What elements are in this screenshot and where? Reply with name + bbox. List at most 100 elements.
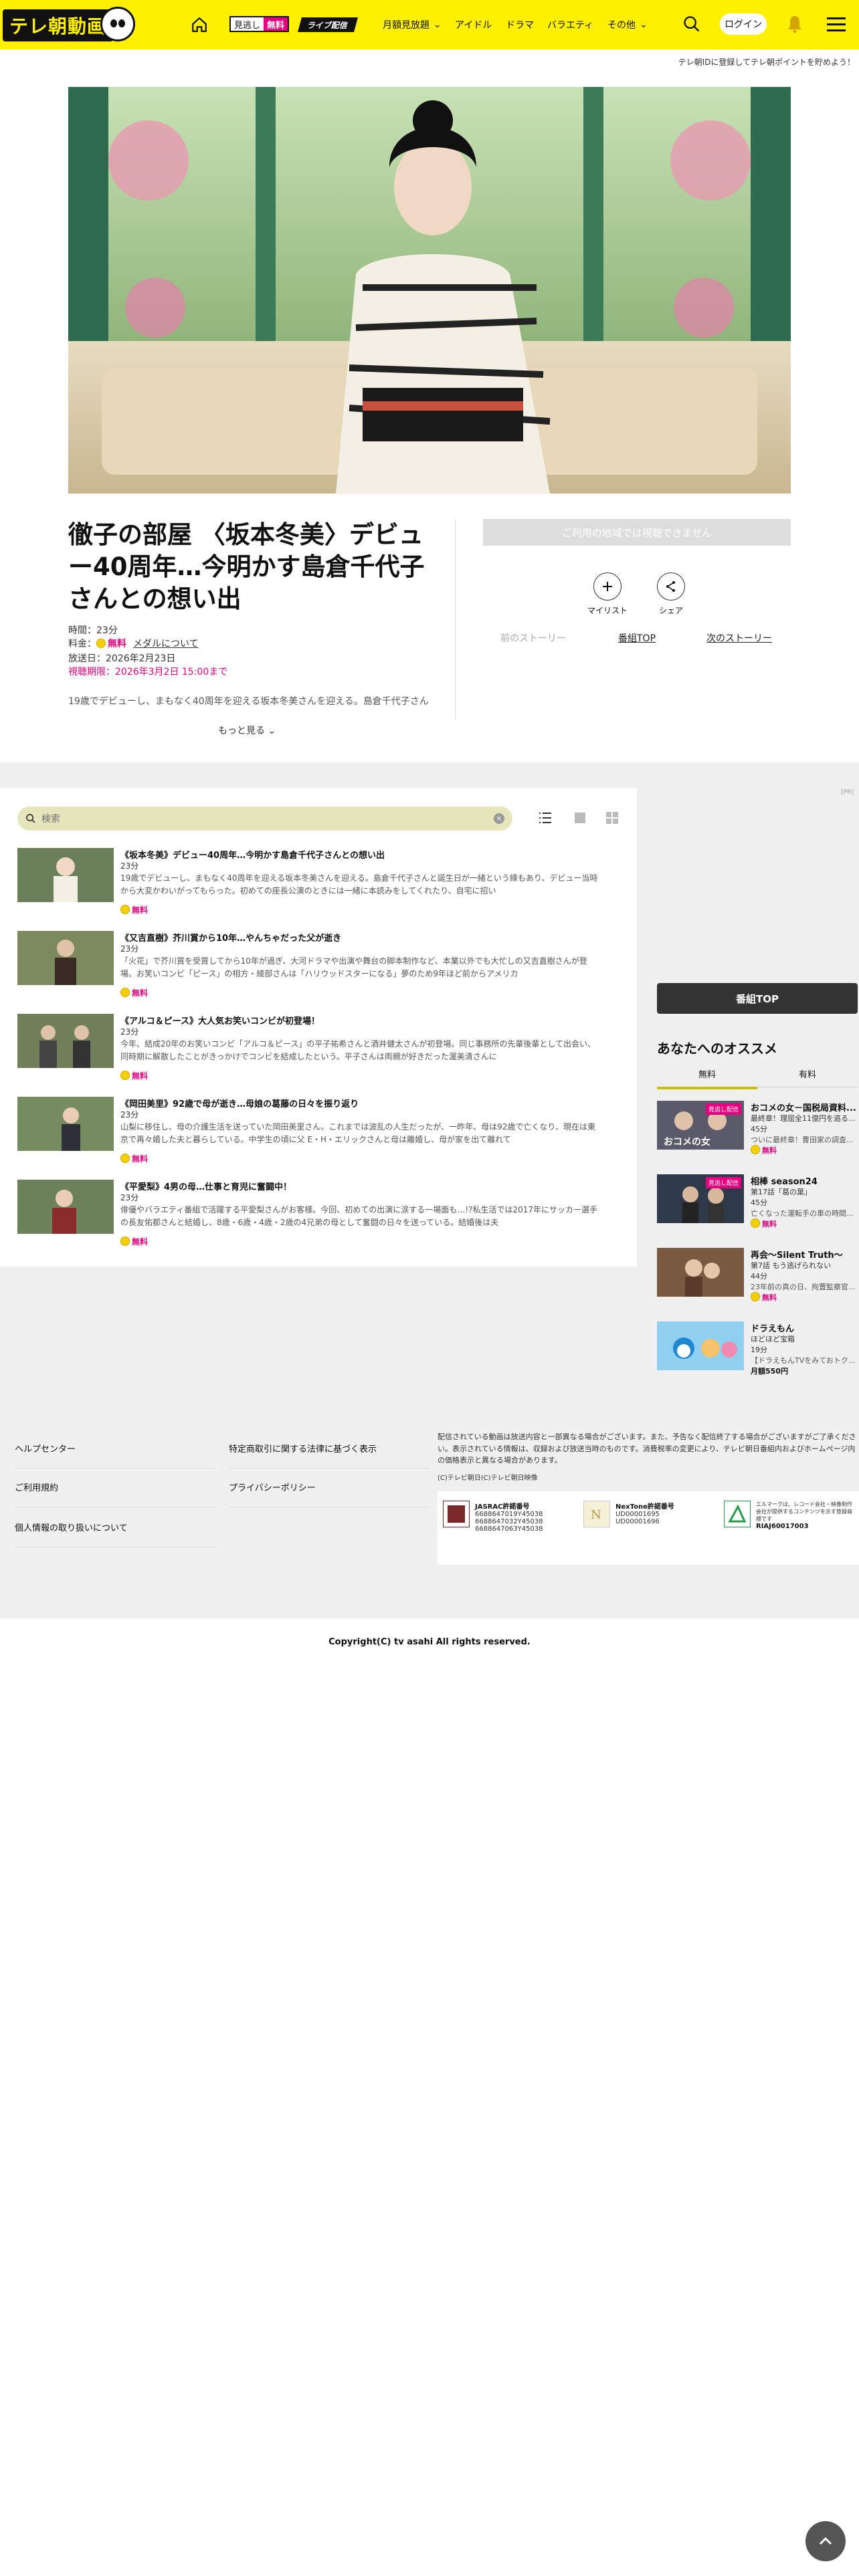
recommend-item[interactable]: おコメの女 見逃し配信 おコメの女－国税局資料... 最終章！理屈全11億円を追る… [657, 1101, 858, 1161]
mylist-button[interactable]: マイリスト [587, 572, 628, 616]
list-item-price: 無料 [120, 1070, 148, 1081]
free-catchup-link[interactable]: 見逃し 無料 [229, 16, 290, 32]
privacy-policy-link[interactable]: プライバシーポリシー [229, 1481, 430, 1507]
episode-thumbnail [17, 1180, 114, 1234]
broadcast-date: 放送日：2026年2月23日 [68, 653, 176, 664]
tab-paid[interactable]: 有料 [757, 1067, 858, 1087]
tab-free[interactable]: 無料 [657, 1067, 757, 1089]
recommend-title-text: おコメの女－国税局資料... [751, 1103, 856, 1113]
recommend-duration: 45分 [751, 1198, 767, 1207]
chevron-down-icon: ⌄ [640, 19, 648, 30]
recommend-title-text: ドラえもん [751, 1324, 795, 1334]
nav-other[interactable]: その他 ⌄ [607, 18, 648, 31]
price-text: 無料 [762, 1293, 777, 1302]
program-top-link[interactable]: 番組TOP [618, 631, 656, 645]
recommend-thumbnail: 見逃し配信 [657, 1174, 744, 1223]
jasrac-num: 6688647019Y45038 [475, 1511, 543, 1518]
nav-drama-label: ドラマ [506, 20, 534, 31]
logo[interactable]: テレ朝動画 [0, 0, 174, 49]
more-label: もっと見る [218, 726, 265, 736]
pr-mark: [PR] [841, 789, 854, 796]
list-item[interactable]: 《平愛梨》4男の母…仕事と育児に奮闘中！ 23分 俳優やバラエティ番組で活躍する… [17, 1180, 597, 1253]
list-item-price: 無料 [120, 1153, 148, 1164]
more-button[interactable]: もっと見る ⌄ [218, 724, 276, 737]
search-input[interactable] [41, 813, 443, 824]
hero-illustration [68, 87, 791, 494]
recommend-thumbnail [657, 1248, 744, 1297]
recommend-episode: 第7話 もう逃げられない [751, 1261, 832, 1270]
credit-text: (C)テレビ朝日(C)テレビ朝日映像 [438, 1474, 538, 1482]
license-box: JASRAC許諾番号 6688647019Y45038 6688647032Y450… [438, 1491, 859, 1565]
price-text: 無料 [762, 1220, 777, 1228]
nav-monthly[interactable]: 月額見放題 ⌄ [383, 18, 442, 31]
recommend-item[interactable]: ドラえもん ほどほど宝箱 19分 【ドラえもんTVをみておトク... 月額550… [657, 1321, 858, 1382]
privacy-handling-link[interactable]: 個人情報の取り扱いについて [15, 1521, 215, 1547]
list-item[interactable]: 《アルコ＆ピース》大人気お笑いコンビが初登場！ 23分 今年、結成20年のお笑い… [17, 1014, 595, 1087]
points-note[interactable]: テレ朝IDに登録してテレ朝ポイントを貯めよう！ [678, 56, 855, 68]
mascot-icon [100, 7, 135, 41]
live-link[interactable]: ライブ配信 [298, 17, 358, 32]
program-top-button[interactable]: 番組TOP [657, 983, 858, 1014]
coin-icon [120, 988, 130, 997]
nav-variety[interactable]: バラエティ [547, 18, 593, 31]
bell-icon[interactable] [787, 15, 803, 33]
back-to-top-button[interactable] [805, 2521, 846, 2561]
recommend-price: 無料 [751, 1292, 777, 1303]
clear-icon[interactable]: × [494, 813, 504, 824]
grid-view-icon[interactable] [605, 811, 619, 825]
list-item-title: 《又吉直樹》芥川賞から10年…やんちゃだった父が逝き [120, 934, 342, 944]
list-view-icon[interactable] [538, 811, 553, 825]
login-button[interactable]: ログイン [720, 13, 767, 35]
list-item[interactable]: 《又吉直樹》芥川賞から10年…やんちゃだった父が逝き 23分 「火花」で芥川賞を… [17, 931, 593, 1004]
share-button[interactable]: シェア [657, 572, 685, 616]
catchup-badge: 見逃し配信 [705, 1177, 741, 1188]
prev-story-link[interactable]: 前のストーリー [500, 631, 566, 645]
recommend-price: 無料 [751, 1145, 777, 1156]
recommend-summary: ついに最終章！曹田家の調査... [751, 1136, 854, 1144]
nextone-license: N NexTone許諾番号 UD00001695 UD00001696 [578, 1491, 719, 1565]
riaj-license: エルマークは、レコード会社・映像制作会社が提供するコンテンツを示す登録商標です R… [719, 1491, 859, 1565]
nav-variety-label: バラエティ [547, 20, 594, 31]
price-text: 無料 [132, 1237, 149, 1247]
list-item-summary: 今年、結成20年のお笑いコンビ「アルコ＆ピース」の平子祐希さんと酒井健太さんが初… [120, 1039, 595, 1062]
svg-text:おコメの女: おコメの女 [664, 1136, 710, 1148]
terms-link[interactable]: ご利用規約 [15, 1481, 215, 1507]
list-item-title: 《岡田美里》92歳で母が逝き…母娘の葛藤の日々を振り返り [120, 1099, 359, 1109]
nav-idol[interactable]: アイドル [455, 18, 492, 31]
search-icon[interactable] [682, 15, 701, 33]
episode-search[interactable]: × [17, 807, 512, 831]
episode-duration: 時間：23分 [68, 625, 118, 636]
episode-hero-image[interactable] [68, 87, 791, 494]
hamburger-menu-icon[interactable] [827, 17, 846, 32]
commerce-law-link[interactable]: 特定商取引に関する法律に基づく表示 [229, 1442, 430, 1469]
list-item-summary: 俳優やバラエティ番組で活躍する平愛梨さんがお客様。今回、初めての出演に涙する一場… [120, 1205, 598, 1228]
episode-title: 徹子の部屋 〈坂本冬美〉デビュー40周年…今明かす島倉千代子さんとの想い出 [68, 520, 425, 614]
list-item-duration: 23分 [120, 944, 139, 954]
site-header: テレ朝動画 見逃し 無料 ライブ配信 月額見放題 ⌄ アイドル ドラマ バラエティ… [0, 0, 859, 49]
episode-description: 19歳でデビューし、まもなく40周年を迎える坂本冬美さんを迎える。島倉千代子さん… [68, 696, 430, 707]
recommend-duration: 44分 [751, 1272, 767, 1281]
recommend-duration: 45分 [751, 1125, 767, 1134]
jasrac-icon [443, 1501, 470, 1527]
recommend-item[interactable]: 見逃し配信 相棒 season24 第17話「葛の葉」 45分 亡くなった運転手… [657, 1174, 858, 1235]
price-label: 料金： [68, 639, 96, 649]
nav-drama[interactable]: ドラマ [506, 18, 534, 31]
episode-thumbnail [17, 1014, 114, 1068]
list-item[interactable]: 《坂本冬美》デビュー40周年…今明かす島倉千代子さんとの想い出 23分 19歳で… [17, 848, 597, 922]
price-text: 無料 [132, 988, 149, 998]
next-story-link[interactable]: 次のストーリー [706, 631, 772, 645]
help-center-link[interactable]: ヘルプセンター [15, 1442, 215, 1469]
list-item[interactable]: 《岡田美里》92歳で母が逝き…母娘の葛藤の日々を振り返り 23分 山梨に移住し、… [17, 1097, 595, 1170]
coin-icon [120, 1154, 130, 1163]
list-item-summary: 「火花」で芥川賞を受賞してから10年が過ぎ、大河ドラマや出演や舞台の脚本制作など… [120, 956, 587, 979]
recommend-item[interactable]: 再会～Silent Truth～ 第7話 もう逃げられない 44分 23年前の真… [657, 1248, 858, 1308]
list-item-summary: 山梨に移住し、母の介護生活を送っていた岡田美里さん。これまでは波乱の人生だったが… [120, 1122, 595, 1145]
recommend-price: 無料 [751, 1218, 777, 1229]
catchup-badge: 見逃し配信 [705, 1103, 741, 1115]
divider [455, 519, 456, 720]
medal-info-link[interactable]: メダルについて [133, 639, 199, 649]
single-view-icon[interactable] [573, 811, 587, 825]
nextone-title: NexTone許諾番号 [615, 1503, 674, 1511]
list-item-title: 《坂本冬美》デビュー40周年…今明かす島倉千代子さんとの想い出 [120, 851, 385, 861]
home-icon[interactable] [191, 16, 208, 33]
